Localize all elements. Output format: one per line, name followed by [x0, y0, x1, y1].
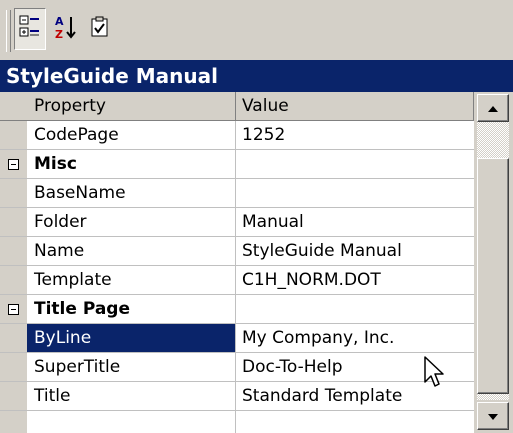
panel-title: StyleGuide Manual: [0, 60, 513, 92]
row-gutter: [0, 237, 27, 265]
property-value[interactable]: 1252: [236, 121, 474, 149]
toolbar-grip[interactable]: [6, 10, 11, 52]
row-gutter: [0, 324, 27, 352]
collapse-button[interactable]: [0, 150, 27, 178]
row-gutter: [0, 382, 27, 410]
minus-box-icon: [8, 158, 19, 170]
property-name[interactable]: Name: [27, 237, 236, 265]
property-row-basename[interactable]: BaseName: [0, 179, 474, 208]
property-name[interactable]: [27, 411, 236, 433]
category-value: [236, 295, 474, 323]
scroll-up-button[interactable]: [477, 94, 509, 122]
categorized-icon: [19, 15, 41, 44]
property-name[interactable]: CodePage: [27, 121, 236, 149]
row-gutter: [0, 179, 27, 207]
svg-text:A: A: [55, 15, 64, 28]
property-name[interactable]: ByLine: [27, 324, 236, 352]
property-row-byline[interactable]: ByLine My Company, Inc.: [0, 324, 474, 353]
row-gutter: [0, 208, 27, 236]
property-value[interactable]: Standard Template: [236, 382, 474, 410]
row-gutter: [0, 121, 27, 149]
property-value[interactable]: [236, 411, 474, 433]
value-column-header[interactable]: Value: [236, 92, 474, 120]
property-name[interactable]: Folder: [27, 208, 236, 236]
property-value[interactable]: StyleGuide Manual: [236, 237, 474, 265]
property-value[interactable]: Manual: [236, 208, 474, 236]
row-gutter: [0, 266, 27, 294]
scroll-down-button[interactable]: [477, 402, 509, 430]
row-gutter: [0, 353, 27, 381]
minus-box-icon: [8, 303, 19, 315]
property-row-name[interactable]: Name StyleGuide Manual: [0, 237, 474, 266]
property-value[interactable]: [236, 179, 474, 207]
property-row-supertitle[interactable]: SuperTitle Doc-To-Help: [0, 353, 474, 382]
category-row-misc[interactable]: Misc: [0, 150, 474, 179]
toolbar: A Z: [0, 0, 513, 60]
vertical-scrollbar[interactable]: [474, 92, 513, 433]
property-name[interactable]: Template: [27, 266, 236, 294]
arrow-down-icon: [487, 406, 499, 426]
property-value[interactable]: Doc-To-Help: [236, 353, 474, 381]
property-row-template[interactable]: Template C1H_NORM.DOT: [0, 266, 474, 295]
arrow-up-icon: [487, 98, 499, 118]
property-row-folder[interactable]: Folder Manual: [0, 208, 474, 237]
property-grid: Property Value CodePage 1252 Misc BaseNa…: [0, 92, 474, 433]
property-row-codepage[interactable]: CodePage 1252: [0, 121, 474, 150]
header-gutter: [0, 92, 27, 120]
scroll-thumb[interactable]: [477, 157, 509, 394]
property-row-partial[interactable]: [0, 411, 474, 433]
category-name[interactable]: Misc: [27, 150, 236, 178]
category-name[interactable]: Title Page: [27, 295, 236, 323]
property-column-header[interactable]: Property: [27, 92, 236, 120]
property-row-title[interactable]: Title Standard Template: [0, 382, 474, 411]
property-name[interactable]: BaseName: [27, 179, 236, 207]
row-gutter: [0, 411, 27, 433]
alphabetical-sort-icon: A Z: [54, 14, 78, 45]
categorized-button[interactable]: [14, 8, 46, 50]
property-pages-icon: [89, 15, 111, 44]
category-row-title-page[interactable]: Title Page: [0, 295, 474, 324]
alphabetical-button[interactable]: A Z: [50, 8, 82, 50]
property-value[interactable]: My Company, Inc.: [236, 324, 474, 352]
category-value: [236, 150, 474, 178]
property-name[interactable]: SuperTitle: [27, 353, 236, 381]
panel-title-text: StyleGuide Manual: [6, 64, 219, 88]
collapse-button[interactable]: [0, 295, 27, 323]
property-value[interactable]: C1H_NORM.DOT: [236, 266, 474, 294]
property-pages-button[interactable]: [84, 8, 116, 50]
property-name[interactable]: Title: [27, 382, 236, 410]
svg-text:Z: Z: [55, 28, 63, 40]
grid-header: Property Value: [0, 92, 474, 121]
